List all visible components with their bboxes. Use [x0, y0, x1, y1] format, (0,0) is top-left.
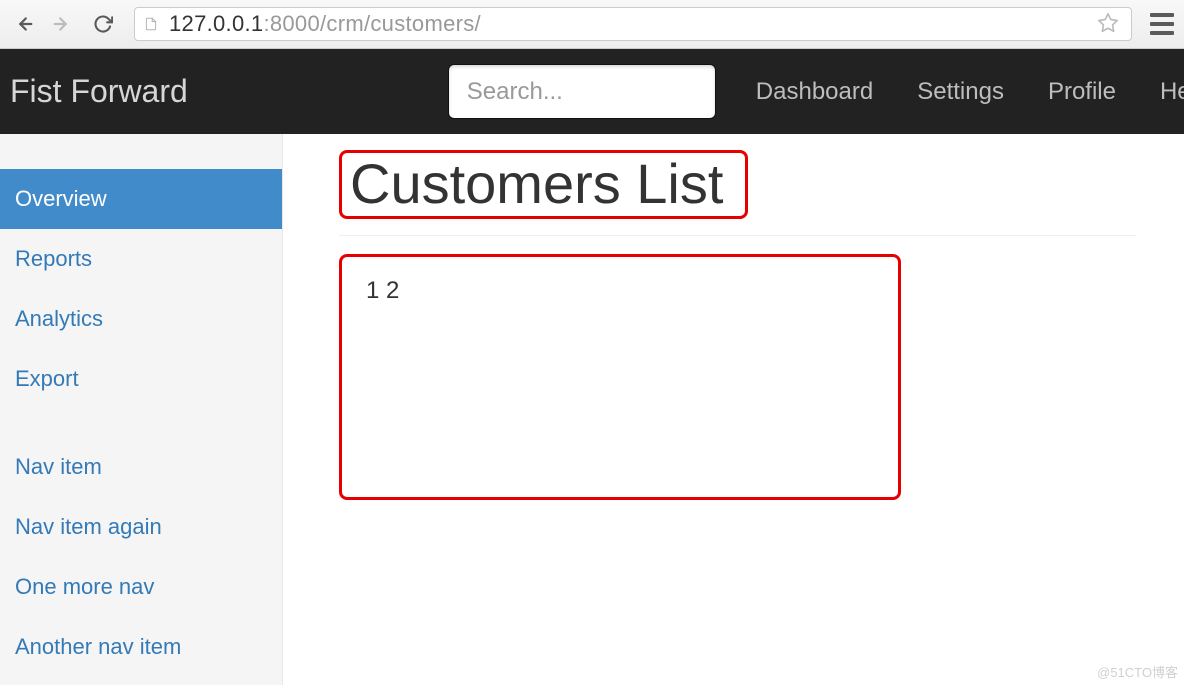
- url-host: 127.0.0.1: [169, 11, 263, 36]
- back-button[interactable]: [8, 9, 38, 39]
- reload-button[interactable]: [88, 9, 118, 39]
- watermark: @51CTO博客: [1097, 662, 1178, 681]
- url-path: :8000/crm/customers/: [263, 11, 481, 36]
- browser-toolbar: 127.0.0.1:8000/crm/customers/: [0, 0, 1184, 49]
- sidebar: Overview Reports Analytics Export Nav it…: [0, 134, 283, 685]
- arrow-left-icon: [12, 13, 34, 35]
- sidebar-item-export[interactable]: Export: [0, 349, 282, 409]
- content-box: 1 2: [339, 254, 901, 500]
- sidebar-link-another-nav-item[interactable]: Another nav item: [0, 617, 282, 677]
- forward-button[interactable]: [48, 9, 78, 39]
- sidebar-link-nav-item[interactable]: Nav item: [0, 437, 282, 497]
- sidebar-link-analytics[interactable]: Analytics: [0, 289, 282, 349]
- sidebar-item-reports[interactable]: Reports: [0, 229, 282, 289]
- navbar-links: Dashboard Settings Profile Help: [756, 78, 1184, 106]
- search-input[interactable]: [448, 64, 716, 119]
- nav-link-dashboard[interactable]: Dashboard: [756, 78, 873, 106]
- brand[interactable]: Fist Forward: [10, 73, 188, 110]
- hamburger-icon: [1150, 13, 1174, 17]
- sidebar-item-analytics[interactable]: Analytics: [0, 289, 282, 349]
- sidebar-link-nav-item-again[interactable]: Nav item again: [0, 497, 282, 557]
- url-text: 127.0.0.1:8000/crm/customers/: [169, 11, 481, 37]
- page-body: Overview Reports Analytics Export Nav it…: [0, 134, 1184, 685]
- bookmark-star-icon[interactable]: [1093, 12, 1123, 37]
- nav-link-settings[interactable]: Settings: [917, 78, 1004, 106]
- sidebar-link-export[interactable]: Export: [0, 349, 282, 409]
- sidebar-item-overview[interactable]: Overview: [0, 169, 282, 229]
- sidebar-item-another-nav-item[interactable]: Another nav item: [0, 617, 282, 677]
- sidebar-item-nav-item-again[interactable]: Nav item again: [0, 497, 282, 557]
- file-icon: [143, 14, 159, 34]
- sidebar-link-one-more-nav[interactable]: One more nav: [0, 557, 282, 617]
- customers-list-content: 1 2: [366, 277, 399, 304]
- sidebar-link-reports[interactable]: Reports: [0, 229, 282, 289]
- url-bar[interactable]: 127.0.0.1:8000/crm/customers/: [134, 7, 1132, 41]
- header-divider: [339, 235, 1136, 236]
- nav-link-profile[interactable]: Profile: [1048, 78, 1116, 106]
- top-navbar: Fist Forward Dashboard Settings Profile …: [0, 49, 1184, 134]
- search-wrap: [188, 64, 716, 119]
- arrow-right-icon: [52, 13, 74, 35]
- sidebar-separator: [0, 409, 282, 437]
- nav-link-help[interactable]: Help: [1160, 78, 1184, 106]
- menu-button[interactable]: [1148, 9, 1176, 39]
- sidebar-item-nav-item[interactable]: Nav item: [0, 437, 282, 497]
- reload-icon: [93, 14, 113, 34]
- page-title: Customers List: [339, 150, 748, 219]
- sidebar-item-one-more-nav[interactable]: One more nav: [0, 557, 282, 617]
- sidebar-link-overview[interactable]: Overview: [0, 169, 282, 229]
- main-content: Customers List 1 2 @51CTO博客: [283, 134, 1184, 685]
